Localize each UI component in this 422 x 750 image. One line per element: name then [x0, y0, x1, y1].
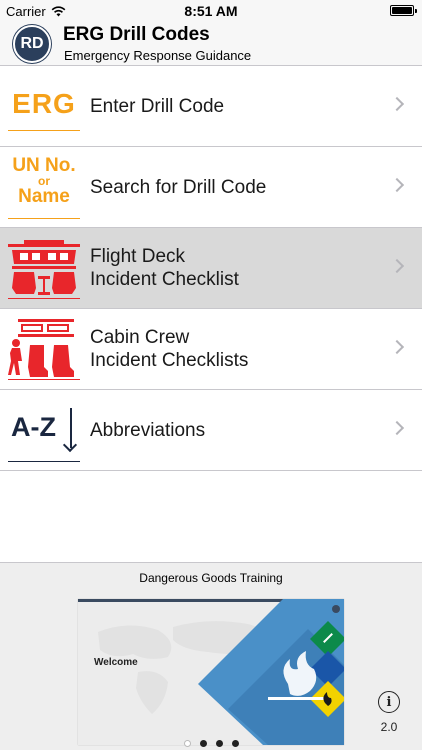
- hazard-diamond-graphic: [198, 599, 344, 745]
- chevron-right-icon: [389, 258, 405, 274]
- az-icon-underline: [8, 461, 80, 462]
- menu-item-cabin-crew-checklists[interactable]: Cabin Crew Incident Checklists: [0, 309, 422, 390]
- un-icon-line-1: UN No.: [12, 155, 76, 176]
- un-icon-line-3: Name: [18, 186, 70, 207]
- page-dot[interactable]: [199, 740, 207, 747]
- slide-welcome-text: Welcome: [94, 657, 138, 668]
- info-button[interactable]: i: [378, 691, 400, 713]
- menu-item-label-line: Flight Deck: [90, 246, 186, 267]
- status-time: 8:51 AM: [184, 3, 238, 19]
- training-promo-panel: Dangerous Goods Training Welcome i 2.0: [0, 562, 422, 750]
- status-bar: Carrier 8:51 AM: [0, 0, 422, 22]
- version-label: 2.0: [380, 720, 398, 734]
- page-indicator[interactable]: [0, 740, 422, 747]
- app-logo: RD: [13, 25, 51, 63]
- logo-text: RD: [20, 35, 44, 52]
- cabin-crew-icon: [8, 319, 80, 380]
- training-slide[interactable]: Welcome: [78, 599, 344, 745]
- menu-item-label-line: Incident Checklist: [90, 269, 239, 290]
- app-header: RD ERG Drill Codes Emergency Response Gu…: [0, 22, 422, 66]
- slide-logo-badge: [332, 605, 340, 613]
- menu-list: ERG Enter Drill Code UN No. or Name Sear…: [0, 66, 422, 471]
- menu-item-label: Search for Drill Code: [90, 147, 266, 227]
- menu-item-enter-drill-code[interactable]: ERG Enter Drill Code: [0, 66, 422, 147]
- menu-item-label-line: Search for Drill Code: [90, 176, 267, 198]
- chevron-right-icon: [389, 339, 405, 355]
- abbreviations-icon: A-Z: [8, 398, 80, 462]
- un-name-icon-text: UN No. or Name: [8, 156, 80, 206]
- menu-item-label-line: Abbreviations: [90, 419, 206, 441]
- un-name-icon: UN No. or Name: [8, 155, 80, 219]
- chevron-right-icon: [389, 96, 405, 112]
- flight-deck-icon: [8, 240, 80, 299]
- arrow-down-icon: [62, 437, 78, 453]
- menu-item-flight-deck-checklist[interactable]: Flight Deck Incident Checklist: [0, 228, 422, 309]
- app-subtitle: Emergency Response Guidance: [64, 48, 252, 63]
- info-icon: i: [386, 694, 392, 710]
- erg-icon-text: ERG: [12, 88, 76, 119]
- battery-icon: [390, 5, 417, 16]
- erg-icon: ERG: [8, 74, 80, 138]
- app-title: ERG Drill Codes: [63, 24, 210, 45]
- menu-item-label: Abbreviations: [90, 390, 205, 470]
- menu-item-label-line: Cabin Crew: [90, 327, 190, 348]
- menu-item-label: Enter Drill Code: [90, 66, 224, 146]
- erg-icon-underline: [8, 130, 80, 131]
- promo-title: Dangerous Goods Training: [139, 571, 283, 585]
- menu-item-abbreviations[interactable]: A-Z Abbreviations: [0, 390, 422, 471]
- page-dot[interactable]: [231, 740, 239, 747]
- un-icon-underline: [8, 218, 80, 219]
- az-icon-text: A-Z: [11, 412, 56, 442]
- menu-item-label: Flight Deck Incident Checklist: [90, 228, 239, 308]
- page-dot[interactable]: [215, 740, 223, 747]
- menu-item-label-line: Incident Checklists: [90, 350, 249, 371]
- chevron-right-icon: [389, 420, 405, 436]
- chevron-right-icon: [389, 177, 405, 193]
- menu-item-label: Cabin Crew Incident Checklists: [90, 309, 248, 389]
- menu-item-label-line: Enter Drill Code: [90, 95, 225, 117]
- page-dot[interactable]: [183, 740, 191, 747]
- menu-item-search-drill-code[interactable]: UN No. or Name Search for Drill Code: [0, 147, 422, 228]
